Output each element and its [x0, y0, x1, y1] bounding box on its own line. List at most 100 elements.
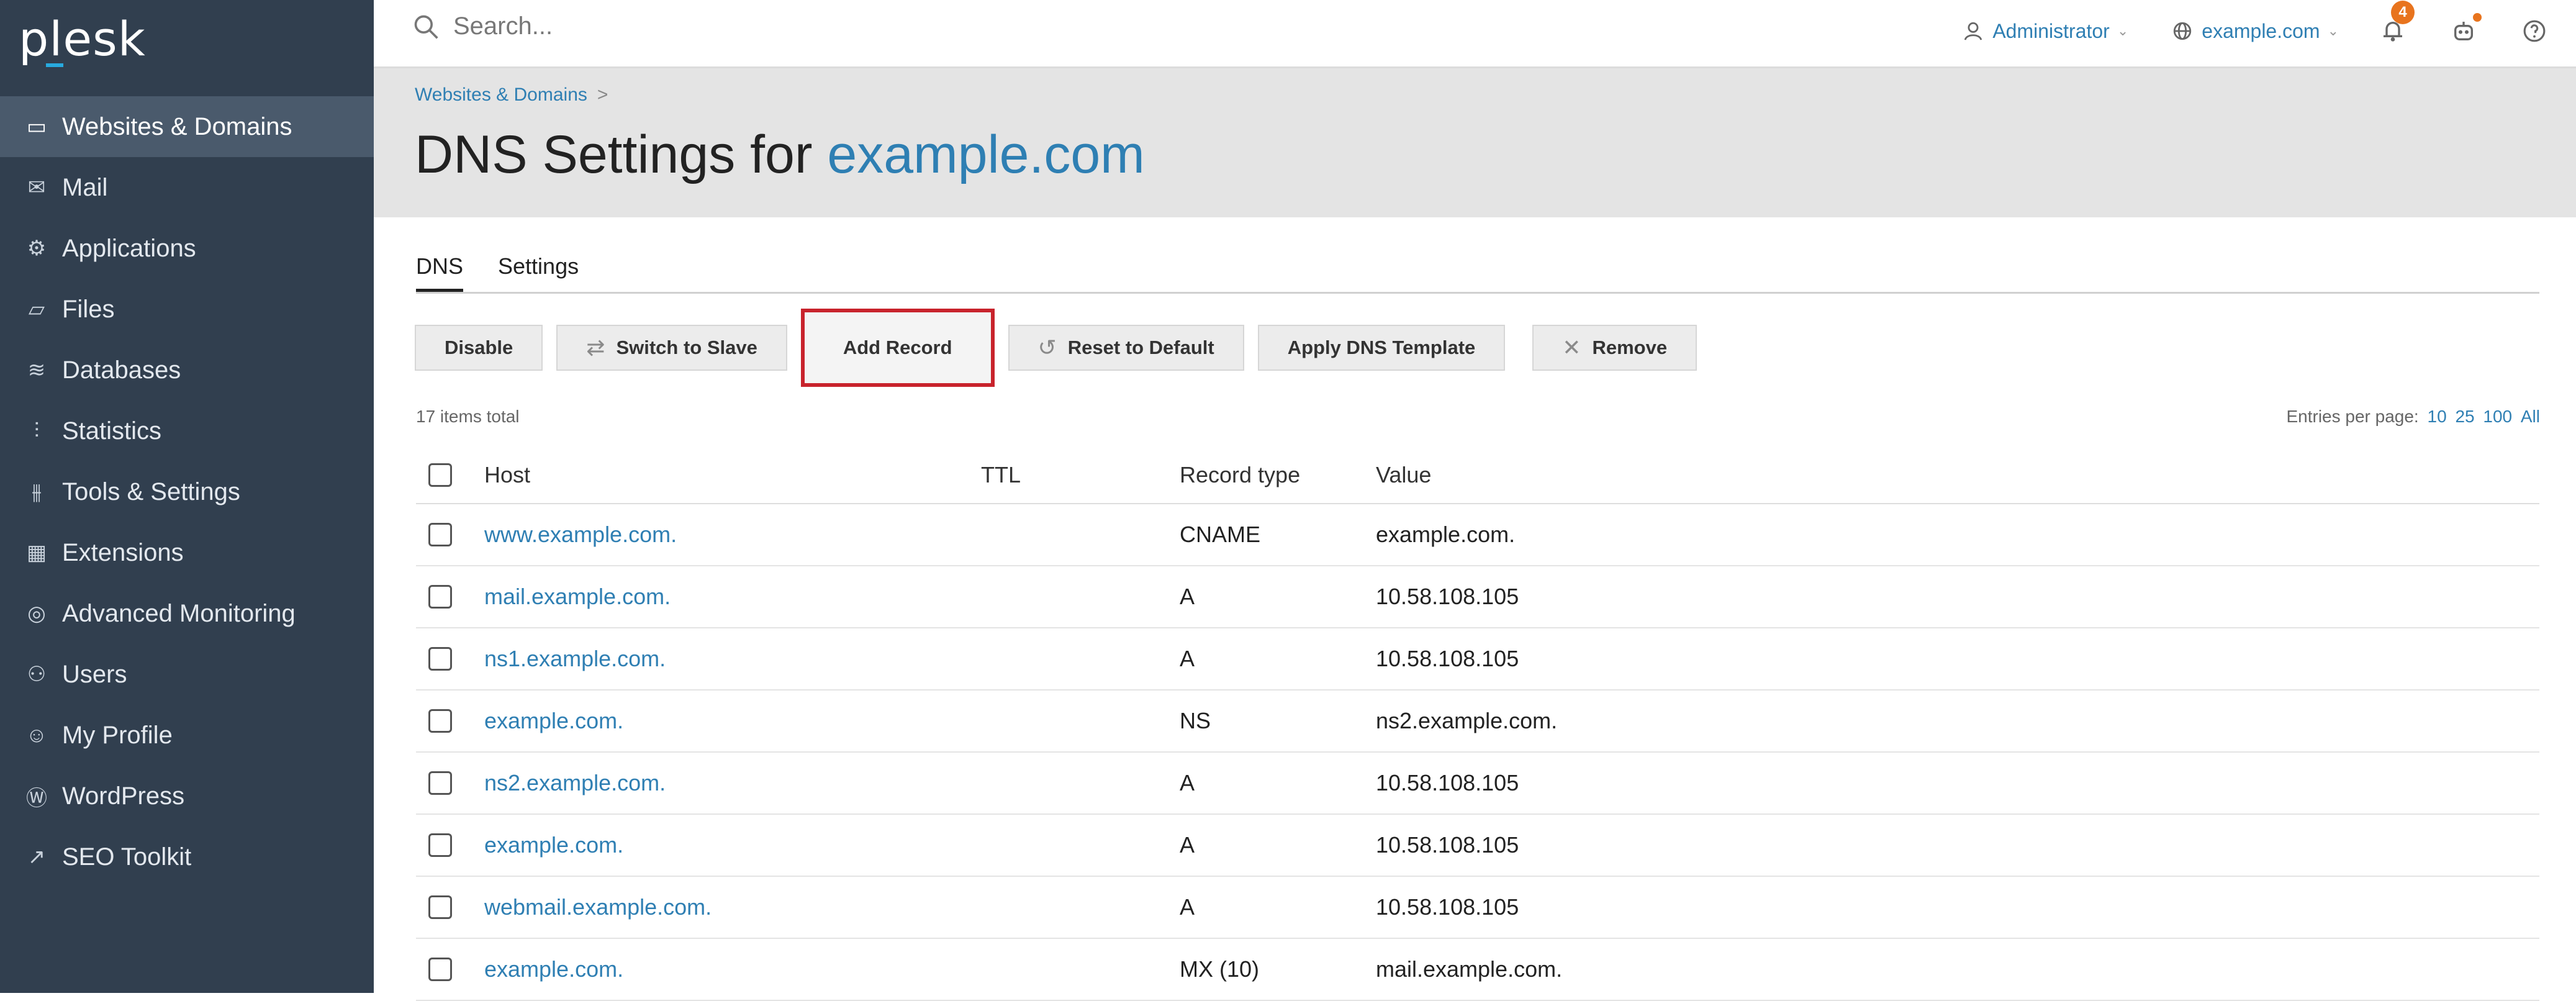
- host-link[interactable]: ns2.example.com.: [484, 770, 981, 796]
- column-value[interactable]: Value: [1376, 462, 2493, 488]
- notifications-button[interactable]: 4: [2376, 1, 2415, 48]
- breadcrumb: Websites & Domains >: [415, 84, 608, 106]
- select-all-checkbox[interactable]: [428, 463, 452, 487]
- switch-to-slave-label: Switch to Slave: [616, 337, 757, 358]
- sidebar-item-statistics[interactable]: ⫶ Statistics: [0, 401, 374, 461]
- entries-option-100[interactable]: 100: [2483, 407, 2512, 426]
- logo-accent: [46, 63, 63, 67]
- column-host[interactable]: Host: [484, 462, 981, 488]
- reset-to-default-label: Reset to Default: [1067, 337, 1214, 358]
- row-checkbox[interactable]: [428, 585, 452, 609]
- sidebar-nav: ▭ Websites & Domains ✉ Mail ⚙ Applicatio…: [0, 96, 374, 887]
- tab-settings[interactable]: Settings: [498, 253, 579, 292]
- sidebar-item-files[interactable]: ▱ Files: [0, 279, 374, 340]
- page-title-prefix: DNS Settings for: [415, 125, 813, 184]
- user-icon: [1964, 22, 1982, 40]
- profile-icon: ☺: [25, 723, 48, 747]
- assistant-dot: [2473, 13, 2482, 22]
- sliders-icon: ⫵: [32, 479, 42, 504]
- chevron-down-icon: ⌄: [2327, 23, 2339, 38]
- domain-menu-label: example.com: [2202, 19, 2320, 42]
- sidebar-item-label: Users: [62, 660, 127, 688]
- disable-button[interactable]: Disable: [415, 325, 543, 371]
- value-cell: 10.58.108.105: [1376, 770, 1519, 795]
- mail-icon: ✉: [27, 176, 46, 199]
- help-button[interactable]: [2518, 14, 2551, 48]
- value-cell: ns2.example.com.: [1376, 708, 1558, 733]
- record-type-cell: NS: [1180, 708, 1211, 733]
- host-link[interactable]: example.com.: [484, 708, 981, 734]
- blocks-icon: ▦: [26, 541, 47, 564]
- add-record-label: Add Record: [843, 337, 952, 358]
- row-checkbox[interactable]: [428, 771, 452, 795]
- sidebar-item-label: Advanced Monitoring: [62, 599, 296, 627]
- sidebar-item-applications[interactable]: ⚙ Applications: [0, 218, 374, 279]
- sidebar-item-websites-domains[interactable]: ▭ Websites & Domains: [0, 96, 374, 157]
- sidebar-item-my-profile[interactable]: ☺ My Profile: [0, 705, 374, 766]
- sidebar-item-label: Extensions: [62, 538, 184, 566]
- value-cell: 10.58.108.105: [1376, 894, 1519, 920]
- apply-dns-template-button[interactable]: Apply DNS Template: [1257, 325, 1506, 371]
- remove-label: Remove: [1592, 337, 1668, 358]
- sidebar-item-users[interactable]: ⚇ Users: [0, 644, 374, 705]
- row-checkbox[interactable]: [428, 523, 452, 546]
- row-checkbox[interactable]: [428, 647, 452, 671]
- host-link[interactable]: example.com.: [484, 956, 981, 982]
- host-link[interactable]: webmail.example.com.: [484, 894, 981, 920]
- sidebar-item-advanced-monitoring[interactable]: ◎ Advanced Monitoring: [0, 583, 374, 644]
- sidebar: plesk ▭ Websites & Domains ✉ Mail ⚙ Appl…: [0, 0, 374, 993]
- sidebar-item-databases[interactable]: ≋ Databases: [0, 340, 374, 401]
- column-ttl[interactable]: TTL: [981, 462, 1180, 488]
- user-menu[interactable]: Administrator ⌄: [1963, 20, 2128, 43]
- plesk-logo[interactable]: plesk: [19, 11, 146, 66]
- host-link[interactable]: www.example.com.: [484, 522, 981, 548]
- breadcrumb-link[interactable]: Websites & Domains: [415, 84, 587, 105]
- reset-icon: ↺: [1037, 335, 1057, 360]
- host-link[interactable]: ns1.example.com.: [484, 646, 981, 672]
- table-row: mail.example.com. A 10.58.108.105: [416, 566, 2539, 628]
- sidebar-item-mail[interactable]: ✉ Mail: [0, 157, 374, 218]
- sidebar-item-wordpress[interactable]: Ⓦ WordPress: [0, 766, 374, 827]
- entries-option-10[interactable]: 10: [2428, 407, 2447, 426]
- sidebar-item-seo-toolkit[interactable]: ↗ SEO Toolkit: [0, 827, 374, 887]
- sidebar-item-extensions[interactable]: ▦ Extensions: [0, 522, 374, 583]
- row-checkbox[interactable]: [428, 709, 452, 733]
- domain-menu[interactable]: example.com ⌄: [2172, 20, 2339, 43]
- sidebar-item-label: WordPress: [62, 782, 185, 810]
- remove-button[interactable]: ✕ Remove: [1532, 325, 1697, 371]
- tab-dns[interactable]: DNS: [416, 253, 464, 292]
- column-record-type[interactable]: Record type: [1180, 462, 1376, 488]
- sidebar-item-label: Files: [62, 295, 115, 323]
- record-type-cell: A: [1180, 584, 1195, 609]
- notifications-badge: 4: [2391, 1, 2415, 24]
- monitoring-icon: ◎: [27, 602, 46, 625]
- add-record-button[interactable]: Add Record: [800, 309, 995, 387]
- sidebar-item-label: Databases: [62, 356, 181, 384]
- host-link[interactable]: example.com.: [484, 832, 981, 858]
- switch-to-slave-button[interactable]: ⇄ Switch to Slave: [556, 325, 787, 371]
- entries-option-all[interactable]: All: [2521, 407, 2540, 426]
- database-icon: ≋: [27, 358, 46, 382]
- table-row: example.com. MX (10) mail.example.com.: [416, 939, 2539, 1001]
- page-header: Websites & Domains > DNS Settings for exa…: [374, 68, 2576, 217]
- items-total: 17 items total: [416, 407, 520, 426]
- topbar-actions: Administrator ⌄ example.com ⌄ 4: [1919, 0, 2551, 62]
- sidebar-item-tools-settings[interactable]: ⫵ Tools & Settings: [0, 461, 374, 522]
- gear-icon: ⚙: [27, 237, 47, 260]
- record-type-cell: A: [1180, 832, 1195, 858]
- main-content: DNS Settings Disable ⇄ Switch to Slave A…: [374, 217, 2576, 1001]
- row-checkbox[interactable]: [428, 833, 452, 857]
- row-checkbox[interactable]: [428, 895, 452, 919]
- assistant-button[interactable]: [2447, 13, 2482, 48]
- entries-option-25[interactable]: 25: [2455, 407, 2474, 426]
- reset-to-default-button[interactable]: ↺ Reset to Default: [1008, 325, 1244, 371]
- chevron-down-icon: ⌄: [2117, 23, 2129, 38]
- row-checkbox[interactable]: [428, 958, 452, 981]
- search-input[interactable]: Search...: [453, 12, 553, 40]
- monitor-icon: ▭: [26, 115, 47, 138]
- folder-icon: ▱: [28, 297, 45, 321]
- entries-label: Entries per page:: [2286, 407, 2419, 426]
- search-box[interactable]: Search...: [412, 12, 553, 40]
- sidebar-item-label: Websites & Domains: [62, 112, 292, 140]
- host-link[interactable]: mail.example.com.: [484, 584, 981, 610]
